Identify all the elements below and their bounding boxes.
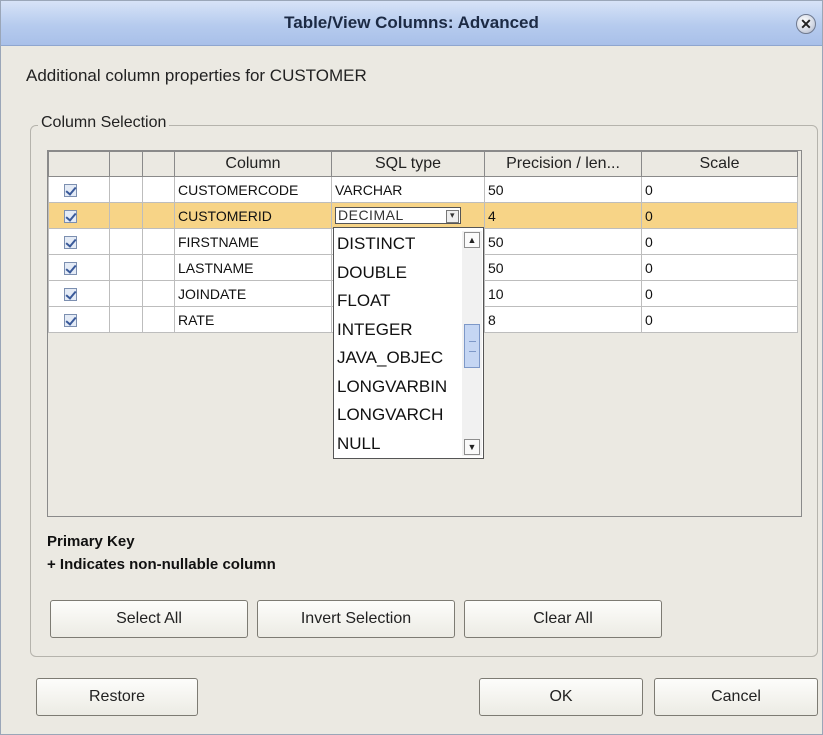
checkbox-checked-icon[interactable]: [64, 210, 77, 224]
row-select-cell[interactable]: [48, 306, 110, 333]
header-sql-type[interactable]: SQL type: [331, 151, 485, 177]
row-flag-cell: [142, 254, 175, 281]
scale-cell[interactable]: 0: [641, 228, 798, 255]
scale-cell[interactable]: 0: [641, 176, 798, 203]
header-scale[interactable]: Scale: [641, 151, 798, 177]
scale-cell[interactable]: 0: [641, 202, 798, 229]
sql-type-dropdown-list[interactable]: DISTINCT DOUBLE FLOAT INTEGER JAVA_OBJEC…: [333, 227, 484, 459]
row-flag-cell: [109, 228, 143, 255]
column-name-cell[interactable]: CUSTOMERCODE: [174, 176, 332, 203]
table-row[interactable]: CUSTOMERCODE VARCHAR 50 0: [48, 176, 798, 203]
close-icon[interactable]: ✕: [796, 14, 816, 34]
precision-cell[interactable]: 8: [484, 306, 642, 333]
precision-cell[interactable]: 10: [484, 280, 642, 307]
row-flag-cell: [142, 228, 175, 255]
table-row-selected[interactable]: CUSTOMERID DECIMAL ▾ 4 0: [48, 202, 798, 229]
restore-button[interactable]: Restore: [36, 678, 198, 716]
sql-type-cell[interactable]: VARCHAR: [331, 176, 485, 203]
select-all-button[interactable]: Select All: [50, 600, 248, 638]
header-column[interactable]: Column: [174, 151, 332, 177]
column-name-cell[interactable]: CUSTOMERID: [174, 202, 332, 229]
precision-cell[interactable]: 50: [484, 228, 642, 255]
column-name-cell[interactable]: FIRSTNAME: [174, 228, 332, 255]
dropdown-option[interactable]: LONGVARCH: [334, 401, 462, 430]
invert-selection-button[interactable]: Invert Selection: [257, 600, 455, 638]
scale-cell[interactable]: 0: [641, 280, 798, 307]
row-select-cell[interactable]: [48, 176, 110, 203]
dropdown-option[interactable]: FLOAT: [334, 287, 462, 316]
row-flag-cell: [109, 176, 143, 203]
window-title: Table/View Columns: Advanced: [284, 13, 539, 32]
cancel-button[interactable]: Cancel: [654, 678, 818, 716]
sql-type-combobox[interactable]: DECIMAL ▾: [335, 207, 461, 225]
row-flag-cell: [109, 254, 143, 281]
primary-key-legend: Primary Key: [47, 533, 135, 550]
column-name-cell[interactable]: RATE: [174, 306, 332, 333]
column-selection-label: Column Selection: [38, 114, 170, 132]
scrollbar-thumb[interactable]: [464, 324, 480, 368]
scale-cell[interactable]: 0: [641, 306, 798, 333]
sql-type-combobox-value: DECIMAL: [338, 207, 404, 224]
row-flag-cell: [142, 202, 175, 229]
dropdown-option[interactable]: DOUBLE: [334, 259, 462, 288]
precision-cell[interactable]: 4: [484, 202, 642, 229]
clear-all-button[interactable]: Clear All: [464, 600, 662, 638]
scale-cell[interactable]: 0: [641, 254, 798, 281]
dropdown-option[interactable]: NULL: [334, 430, 462, 459]
title-bar: Table/View Columns: Advanced ✕: [1, 1, 822, 46]
header-select[interactable]: [48, 151, 110, 177]
checkbox-checked-icon[interactable]: [64, 184, 77, 198]
checkbox-checked-icon[interactable]: [64, 314, 77, 328]
column-name-cell[interactable]: JOINDATE: [174, 280, 332, 307]
non-nullable-legend: + Indicates non-nullable column: [47, 556, 276, 573]
dialog-description: Additional column properties for CUSTOME…: [26, 66, 367, 85]
header-flag-2[interactable]: [142, 151, 175, 177]
dropdown-arrow-icon[interactable]: ▾: [446, 210, 459, 224]
row-flag-cell: [142, 280, 175, 307]
row-flag-cell: [142, 306, 175, 333]
checkbox-checked-icon[interactable]: [64, 262, 77, 276]
row-select-cell[interactable]: [48, 228, 110, 255]
row-select-cell[interactable]: [48, 202, 110, 229]
dropdown-option[interactable]: DISTINCT: [334, 230, 462, 259]
precision-cell[interactable]: 50: [484, 254, 642, 281]
row-flag-cell: [142, 176, 175, 203]
precision-cell[interactable]: 50: [484, 176, 642, 203]
scroll-down-icon[interactable]: ▼: [464, 439, 480, 455]
header-precision[interactable]: Precision / len...: [484, 151, 642, 177]
dropdown-scrollbar[interactable]: ▲ ▼: [462, 231, 482, 456]
dropdown-option[interactable]: LONGVARBIN: [334, 373, 462, 402]
dropdown-option[interactable]: INTEGER: [334, 316, 462, 345]
sql-type-cell[interactable]: DECIMAL ▾: [331, 202, 485, 229]
row-flag-cell: [109, 202, 143, 229]
row-select-cell[interactable]: [48, 254, 110, 281]
row-flag-cell: [109, 306, 143, 333]
dropdown-option[interactable]: JAVA_OBJEC: [334, 344, 462, 373]
table-header-row: Column SQL type Precision / len... Scale: [48, 151, 798, 177]
row-select-cell[interactable]: [48, 280, 110, 307]
checkbox-checked-icon[interactable]: [64, 288, 77, 302]
checkbox-checked-icon[interactable]: [64, 236, 77, 250]
row-flag-cell: [109, 280, 143, 307]
ok-button[interactable]: OK: [479, 678, 643, 716]
scroll-up-icon[interactable]: ▲: [464, 232, 480, 248]
column-name-cell[interactable]: LASTNAME: [174, 254, 332, 281]
header-flag-1[interactable]: [109, 151, 143, 177]
